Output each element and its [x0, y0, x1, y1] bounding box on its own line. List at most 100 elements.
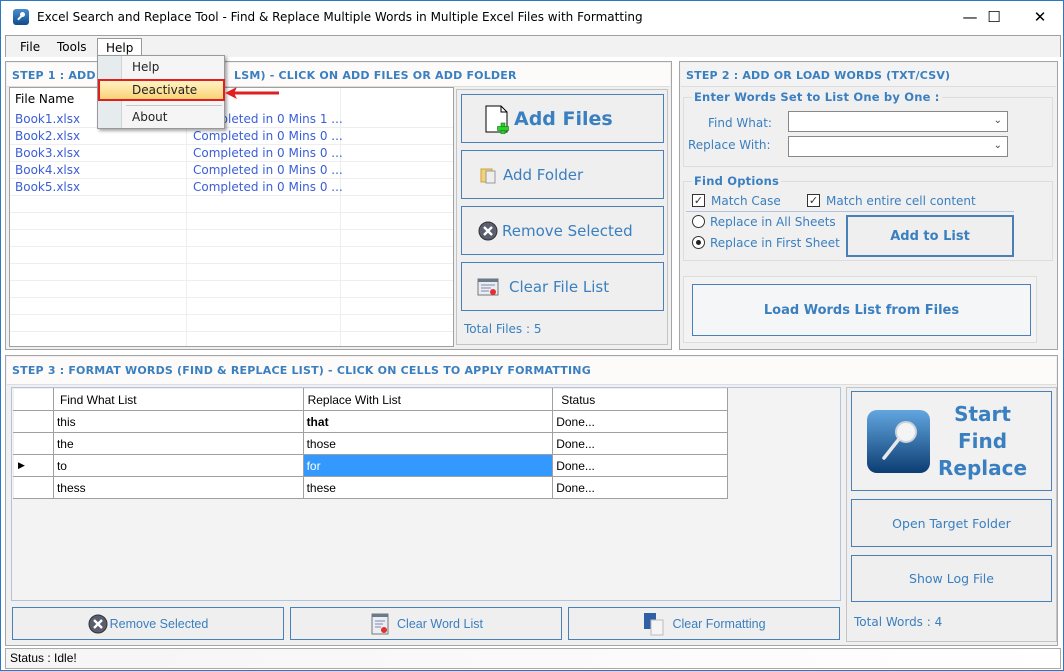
replace-with-input[interactable]: ⌄	[788, 136, 1008, 157]
find-cell[interactable]: thess	[52, 476, 304, 499]
load-words-button[interactable]: Load Words List from Files	[692, 284, 1031, 336]
add-files-button[interactable]: Add Files	[461, 94, 664, 143]
file-status: Completed in 0 Mins 0 ...	[193, 129, 343, 143]
chevron-down-icon[interactable]: ⌄	[994, 115, 1002, 126]
title-bar: Excel Search and Replace Tool - Find & R…	[1, 1, 1063, 33]
total-files: Total Files : 5	[464, 322, 542, 336]
row-indicator-icon: ▶	[13, 454, 54, 477]
replace-cell[interactable]: that	[302, 410, 554, 433]
step3-title: STEP 3 : FORMAT WORDS (FIND & REPLACE LI…	[12, 364, 591, 377]
window-title: Excel Search and Replace Tool - Find & R…	[37, 10, 643, 24]
status-text: Status : Idle!	[10, 651, 77, 665]
file-row[interactable]: Book2.xlsx Completed in 0 Mins 0 ...	[10, 128, 453, 145]
start-label: Start	[954, 401, 1011, 426]
app-magnifier-icon	[13, 9, 29, 25]
chevron-down-icon[interactable]: ⌄	[994, 140, 1002, 151]
file-row[interactable]: Book4.xlsx Completed in 0 Mins 0 ...	[10, 162, 453, 179]
file-row[interactable]: Book5.xlsx Completed in 0 Mins 0 ...	[10, 179, 453, 196]
remove-icon	[88, 614, 108, 633]
status-cell: Done...	[552, 432, 728, 455]
table-row[interactable]: the those Done...	[13, 432, 728, 455]
file-row[interactable]: Book3.xlsx Completed in 0 Mins 0 ...	[10, 145, 453, 162]
menu-tools[interactable]: Tools	[49, 38, 95, 58]
file-name: Book3.xlsx	[15, 146, 81, 160]
table-row[interactable]: thess these Done...	[13, 476, 728, 499]
grid-header: Find What List Replace With List Status	[13, 388, 728, 411]
search-icon	[867, 410, 930, 473]
enter-words-title: Enter Words Set to List One by One :	[692, 90, 942, 104]
find-what-input[interactable]: ⌄	[788, 111, 1008, 132]
clear-formatting-icon	[644, 612, 664, 635]
file-name: Book1.xlsx	[15, 112, 81, 126]
menu-file[interactable]: File	[12, 38, 48, 58]
step2-title: STEP 2 : ADD OR LOAD WORDS (TXT/CSV)	[686, 69, 951, 82]
total-words: Total Words : 4	[854, 615, 943, 629]
add-files-label: Add Files	[514, 107, 613, 130]
file-list[interactable]: File Name Book1.xlsx Completed in 0 Mins…	[9, 87, 454, 347]
maximize-button[interactable]: ☐	[971, 1, 1017, 33]
show-log-file-button[interactable]: Show Log File	[851, 555, 1052, 602]
replace-with-label: Replace With:	[688, 138, 771, 152]
table-row-selected[interactable]: ▶ to for Done...	[13, 454, 728, 477]
close-button[interactable]: ✕	[1017, 1, 1063, 33]
replace-cell[interactable]: those	[302, 432, 554, 455]
file-row[interactable]: Book1.xlsx Completed in 0 Mins 1 ...	[10, 111, 453, 128]
menu-bar: File Tools Help	[5, 35, 1061, 58]
add-file-icon	[485, 105, 509, 134]
menu-item-about[interactable]: About	[132, 110, 167, 124]
remove-selected-words-button[interactable]: Remove Selected	[12, 607, 284, 640]
file-status: Completed in 0 Mins 0 ...	[193, 146, 343, 160]
file-name: Book5.xlsx	[15, 180, 81, 194]
open-target-folder-button[interactable]: Open Target Folder	[851, 499, 1052, 547]
clear-file-list-button[interactable]: Clear File List	[461, 262, 664, 311]
folder-icon	[480, 168, 496, 183]
menu-item-help[interactable]: Help	[132, 60, 159, 74]
match-case-checkbox[interactable]: ✓	[692, 194, 705, 207]
replace-label: Replace	[938, 455, 1028, 480]
status-cell: Done...	[552, 476, 728, 499]
clear-file-list-label: Clear File List	[509, 277, 610, 296]
menu-separator	[126, 105, 222, 106]
status-cell: Done...	[552, 454, 728, 477]
column-status[interactable]: Status	[552, 388, 728, 411]
word-grid[interactable]: Find What List Replace With List Status …	[13, 388, 728, 499]
clear-word-list-button[interactable]: Clear Word List	[290, 607, 562, 640]
start-find-replace-button[interactable]: Start Find Replace	[851, 391, 1052, 491]
find-label: Find	[957, 428, 1008, 453]
add-to-list-button[interactable]: Add to List	[846, 215, 1014, 257]
step1-title-rest: LSM) - CLICK ON ADD FILES OR ADD FOLDER	[234, 69, 517, 82]
clear-formatting-button[interactable]: Clear Formatting	[568, 607, 840, 640]
clear-list-icon	[371, 613, 389, 634]
replace-first-sheet-label[interactable]: Replace in First Sheet	[710, 236, 840, 250]
step1-title: STEP 1 : ADD	[12, 69, 96, 82]
add-folder-button[interactable]: Add Folder	[461, 150, 664, 199]
table-row[interactable]: this that Done...	[13, 410, 728, 433]
red-arrow-icon	[225, 87, 279, 99]
replace-cell[interactable]: these	[302, 476, 554, 499]
find-cell[interactable]: to	[52, 454, 304, 477]
file-name: Book4.xlsx	[15, 163, 81, 177]
find-cell[interactable]: this	[52, 410, 304, 433]
help-dropdown-menu: Help Deactivate About	[97, 55, 225, 129]
column-find-what[interactable]: Find What List	[52, 388, 304, 411]
app-window: Excel Search and Replace Tool - Find & R…	[0, 0, 1064, 671]
column-file-name[interactable]: File Name	[15, 88, 74, 110]
file-status: Completed in 0 Mins 0 ...	[193, 163, 343, 177]
replace-all-sheets-radio[interactable]	[692, 215, 705, 228]
match-entire-checkbox[interactable]: ✓	[807, 194, 820, 207]
find-options-title: Find Options	[692, 174, 782, 188]
match-entire-label[interactable]: Match entire cell content	[826, 194, 976, 208]
remove-selected-files-button[interactable]: Remove Selected	[461, 206, 664, 255]
column-replace-with[interactable]: Replace With List	[302, 388, 554, 411]
clear-list-icon	[477, 278, 499, 295]
replace-all-sheets-label[interactable]: Replace in All Sheets	[710, 215, 836, 229]
remove-selected-label: Remove Selected	[502, 221, 633, 240]
replace-cell-selected[interactable]: for	[302, 454, 554, 477]
find-cell[interactable]: the	[52, 432, 304, 455]
menu-item-deactivate[interactable]: Deactivate	[132, 83, 197, 97]
status-cell: Done...	[552, 410, 728, 433]
replace-first-sheet-radio[interactable]	[692, 236, 705, 249]
file-status: Completed in 0 Mins 0 ...	[193, 180, 343, 194]
remove-icon	[478, 221, 498, 240]
match-case-label[interactable]: Match Case	[711, 194, 781, 208]
